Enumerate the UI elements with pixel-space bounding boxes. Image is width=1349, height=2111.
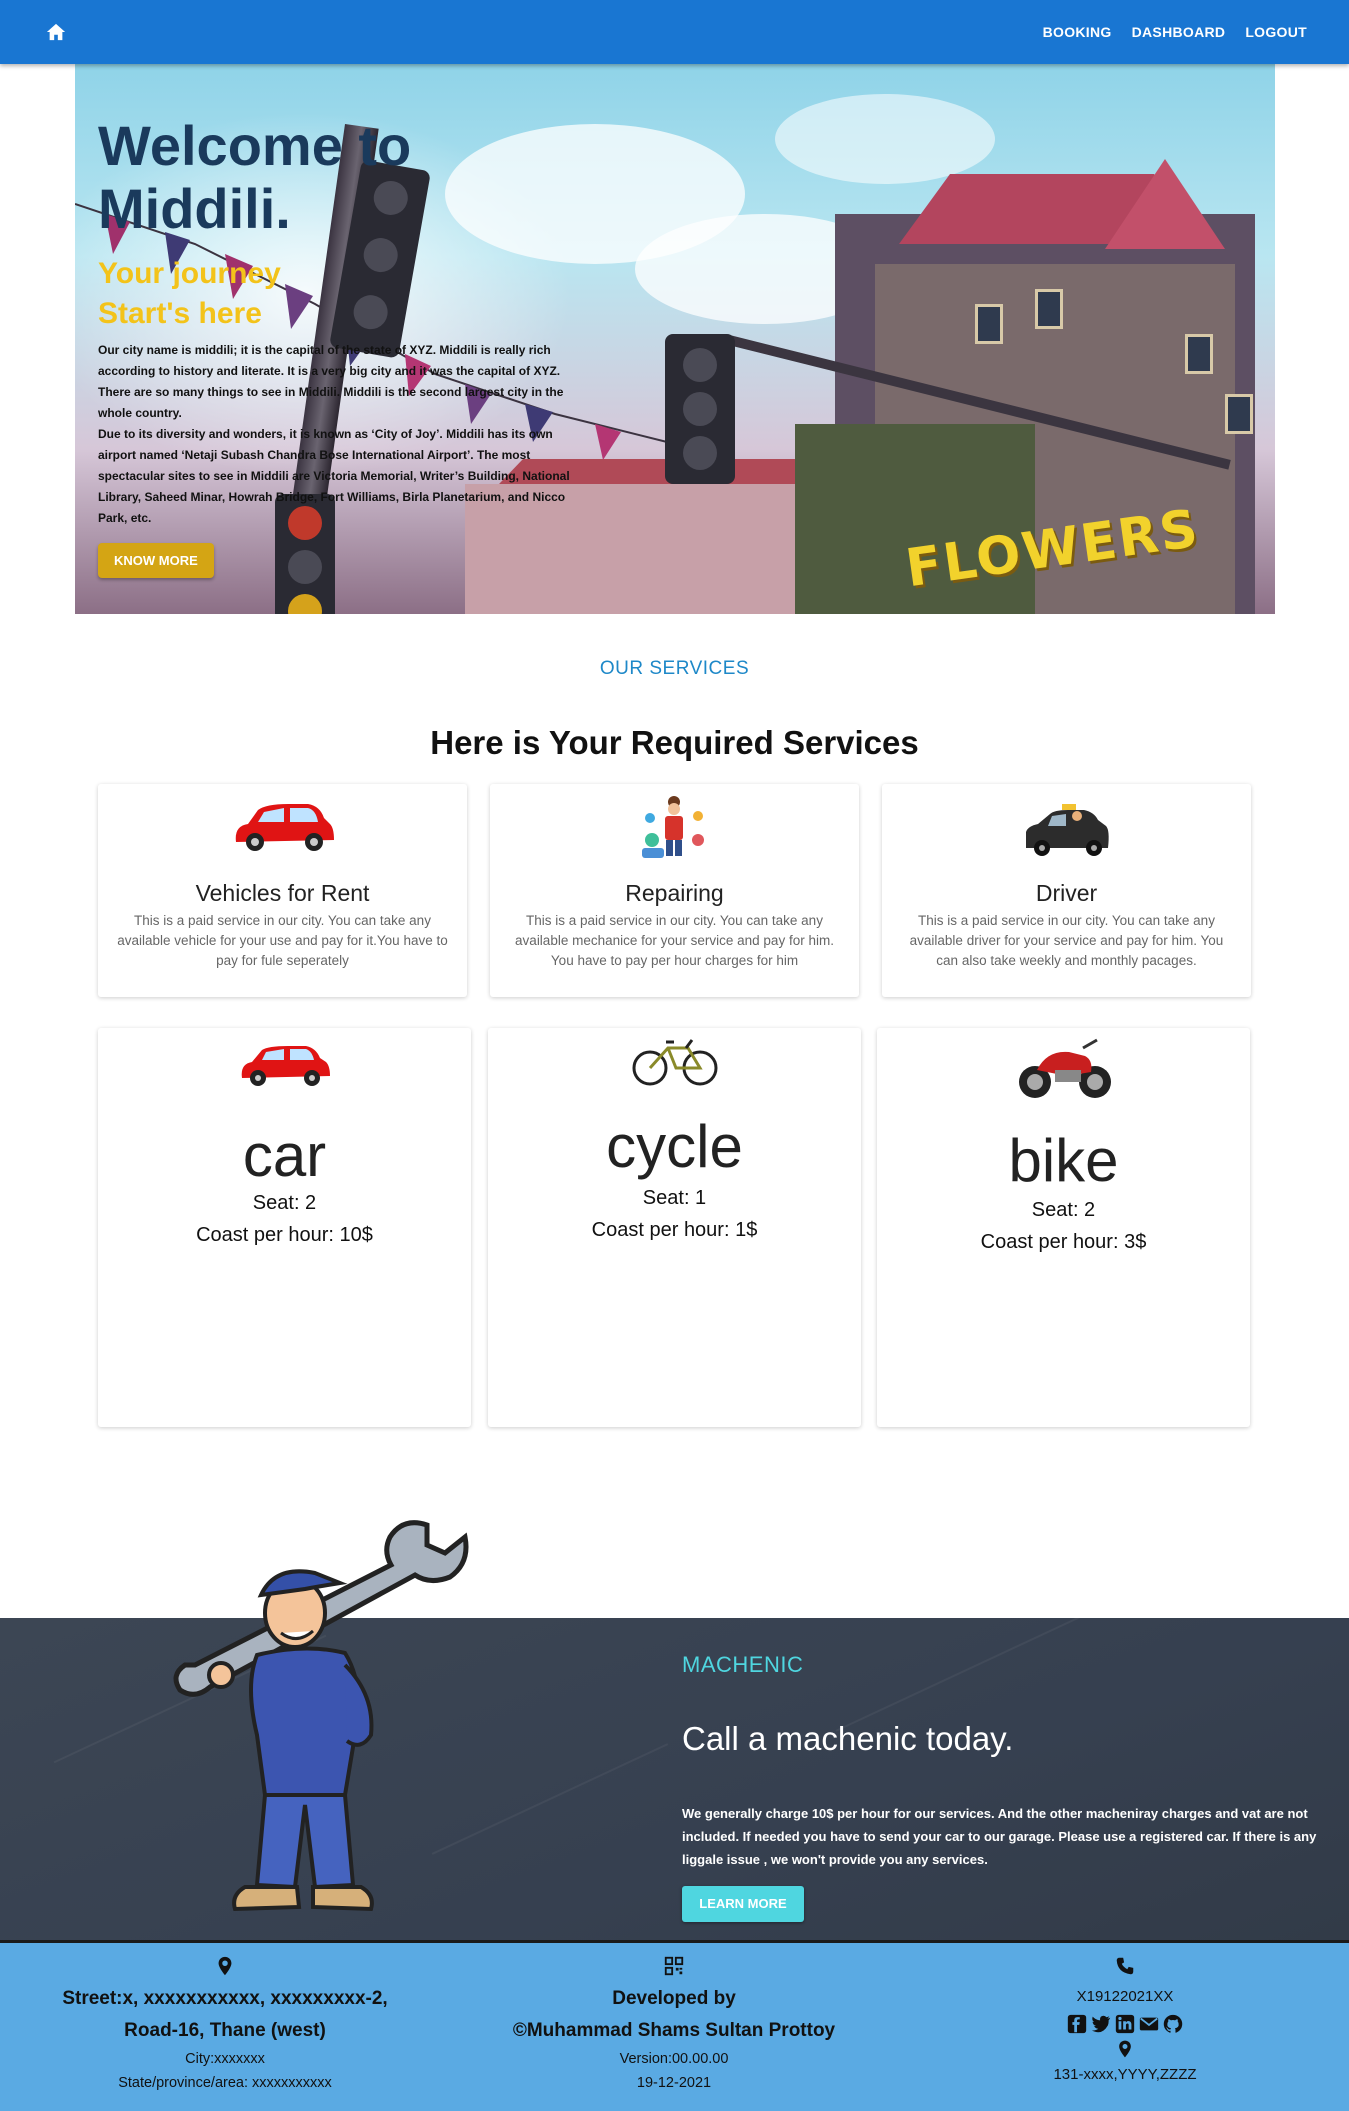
home-icon[interactable] <box>45 22 67 42</box>
service-card-vehicles[interactable]: Vehicles for Rent This is a paid service… <box>98 784 467 997</box>
location-pin-icon <box>218 1956 232 1976</box>
location-pin-icon <box>1119 2040 1131 2058</box>
hero-title: Welcome to Middili. <box>98 114 412 240</box>
vehicle-card-car[interactable]: car Seat: 2 Coast per hour: 10$ <box>98 1028 471 1427</box>
service-card-title: Vehicles for Rent <box>195 880 370 906</box>
traffic-lamp <box>288 594 322 614</box>
hero-subtitle-line1: Your journey <box>98 257 281 290</box>
footer-date: 19-12-2021 <box>636 2075 712 2091</box>
mechanic-cartoon-icon <box>173 1520 469 1912</box>
hero-window <box>1185 334 1213 374</box>
mechanic-label: MACHENIC <box>682 1652 804 1677</box>
background-streak <box>835 1586 1145 1732</box>
hero-paragraph: Our city name is middili; it is the capi… <box>98 343 564 420</box>
hero-banner: FLOWERS Welcome to Middili. Your journey… <box>75 64 1275 614</box>
footer-state: State/province/area: xxxxxxxxxxx <box>118 2075 332 2091</box>
page-footer: Street:x, xxxxxxxxxxx, xxxxxxxxx-2, Road… <box>0 1940 1349 2111</box>
footer-location: 131-xxxx,YYYY,ZZZZ <box>1053 2066 1197 2083</box>
footer-address-line2: Road-16, Thane (west) <box>124 2020 326 2041</box>
taxi-driver-icon <box>1026 804 1109 856</box>
service-card-description: This is a paid service in our city. You … <box>117 913 448 968</box>
nav-links: BOOKING DASHBOARD LOGOUT <box>1033 0 1317 64</box>
top-navbar: BOOKING DASHBOARD LOGOUT <box>0 0 1349 64</box>
footer-developed-by: Developed by <box>612 1988 736 2009</box>
traffic-lamp <box>683 436 717 470</box>
red-car-icon <box>235 804 334 851</box>
hero-window <box>1035 289 1063 329</box>
footer-version: Version:00.00.00 <box>619 2051 729 2067</box>
mechanic-description: We generally charge 10$ per hour for our… <box>682 1806 1317 1867</box>
mechanic-illustration-icon <box>642 796 704 858</box>
footer-phone: X19122021XX <box>1076 1988 1174 2005</box>
hero-subtitle: Your journey Start's here <box>98 254 578 334</box>
motorbike-icon <box>1019 1038 1111 1098</box>
services-label: OUR SERVICES <box>599 658 750 679</box>
twitter-icon[interactable] <box>1090 2013 1112 2035</box>
github-icon[interactable] <box>1162 2013 1184 2035</box>
vehicle-name: car <box>242 1122 327 1189</box>
vehicle-name: bike <box>1008 1127 1119 1194</box>
email-icon[interactable] <box>1138 2013 1160 2035</box>
bicycle-icon <box>632 1039 718 1086</box>
hero-window <box>1225 394 1253 434</box>
vehicle-cost: Coast per hour: 3$ <box>980 1231 1147 1253</box>
vehicle-card-cycle[interactable]: cycle Seat: 1 Coast per hour: 1$ <box>488 1028 861 1427</box>
footer-developer-column: Developed by ©Muhammad Shams Sultan Prot… <box>474 1943 874 2095</box>
linkedin-icon[interactable] <box>1114 2013 1136 2035</box>
vehicle-card-bike[interactable]: bike Seat: 2 Coast per hour: 3$ <box>877 1028 1250 1427</box>
hero-traffic-light <box>665 334 735 484</box>
service-card-title: Driver <box>1035 880 1098 906</box>
qr-code-icon <box>664 1956 684 1976</box>
service-card-repairing[interactable]: Repairing This is a paid service in our … <box>490 784 859 997</box>
nav-dashboard-link[interactable]: DASHBOARD <box>1122 24 1236 40</box>
hero-description: Our city name is middili; it is the capi… <box>98 340 578 529</box>
traffic-lamp <box>683 392 717 426</box>
know-more-button[interactable]: KNOW MORE <box>98 543 214 578</box>
learn-more-button[interactable]: LEARN MORE <box>682 1886 804 1922</box>
hero-subtitle-line2: Start's here <box>98 297 262 330</box>
services-title: Here is Your Required Services <box>430 724 919 761</box>
mechanic-title: Call a machenic today. <box>682 1720 1014 1757</box>
hero-text-block: Welcome to Middili. Your journey Start's… <box>98 114 578 578</box>
facebook-icon[interactable] <box>1066 2013 1088 2035</box>
vehicle-seat: Seat: 1 <box>642 1187 707 1209</box>
hero-cloud <box>775 94 995 184</box>
service-card-description: This is a paid service in our city. You … <box>515 913 834 968</box>
service-card-driver[interactable]: Driver This is a paid service in our cit… <box>882 784 1251 997</box>
traffic-lamp <box>683 348 717 382</box>
service-card-title: Repairing <box>625 880 724 906</box>
vehicle-cost: Coast per hour: 10$ <box>196 1224 373 1246</box>
phone-icon <box>1116 1957 1134 1975</box>
vehicle-seat: Seat: 2 <box>1031 1199 1096 1221</box>
vehicle-cost: Coast per hour: 1$ <box>591 1219 758 1241</box>
footer-city: City:xxxxxxx <box>185 2051 265 2067</box>
nav-logout-link[interactable]: LOGOUT <box>1235 24 1317 40</box>
red-car-icon <box>241 1046 330 1086</box>
hero-window <box>975 304 1003 344</box>
footer-contact-column: X19122021XX 131-xxxx,YYYY,ZZZZ <box>1000 1943 1250 2087</box>
footer-address-line1: Street:x, xxxxxxxxxxx, xxxxxxxxx-2, <box>62 1988 388 2009</box>
nav-booking-link[interactable]: BOOKING <box>1033 24 1122 40</box>
footer-developer-name: ©Muhammad Shams Sultan Prottoy <box>512 2020 836 2041</box>
vehicle-seat: Seat: 2 <box>252 1192 317 1214</box>
service-card-description: This is a paid service in our city. You … <box>909 913 1224 968</box>
footer-address-column: Street:x, xxxxxxxxxxx, xxxxxxxxx-2, Road… <box>40 1943 410 2095</box>
hero-paragraph: Due to its diversity and wonders, it is … <box>98 427 570 525</box>
social-links <box>1000 2013 1250 2035</box>
vehicle-name: cycle <box>606 1113 743 1180</box>
